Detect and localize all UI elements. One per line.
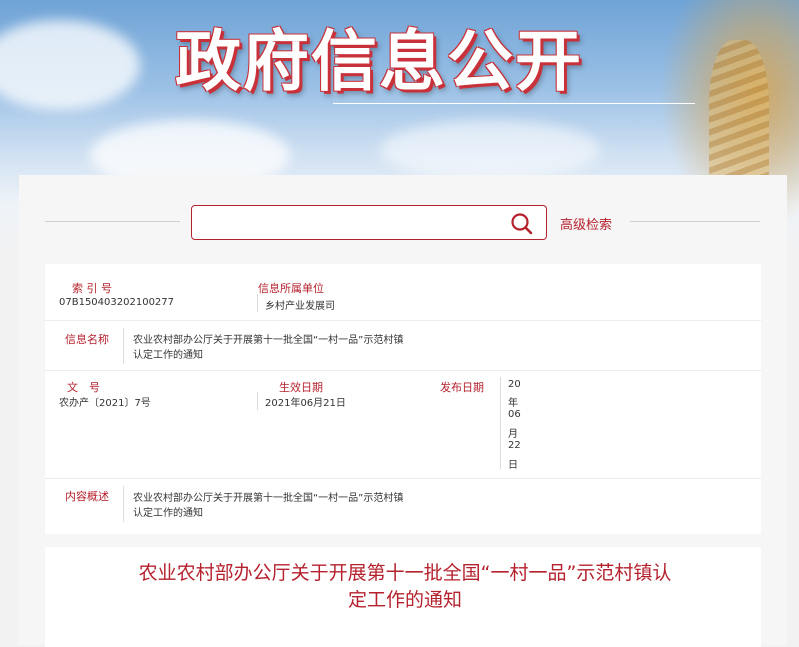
name-label: 信息名称 [65,333,109,346]
publish-date-char: 20 [508,379,521,390]
divider [123,328,124,364]
index-value: 07B150403202100277 [59,297,175,308]
name-value: 农业农村部办公厅关于开展第十一批全国“一村一品”示范村镇 [133,335,404,346]
publish-date-char: 22 [508,440,521,451]
unit-value: 乡村产业发展司 [265,301,335,312]
divider [45,478,761,479]
info-table: 索 引 号 07B150403202100277 信息所属单位 乡村产业发展司 … [45,264,761,534]
doc-number-value: 农办产〔2021〕7号 [59,398,151,409]
summary-value: 认定工作的通知 [133,508,203,519]
divider [45,221,180,222]
effective-date-label: 生效日期 [279,381,323,394]
divider [500,377,501,469]
cloud-decor [380,120,600,180]
search-icon[interactable] [510,212,534,236]
summary-value: 农业农村部办公厅关于开展第十一批全国“一村一品”示范村镇 [133,493,404,504]
article-title-line: 定工作的通知 [347,589,462,611]
search-input[interactable] [191,205,547,240]
divider [45,370,761,371]
cloud-decor [0,20,140,110]
article-title-line: 农业农村部办公厅关于开展第十一批全国“一村一品”示范村镇认 [138,562,672,584]
publish-date-char: 月 [508,429,518,440]
name-value: 认定工作的通知 [133,350,203,361]
title-underline [333,103,695,104]
divider [123,486,124,522]
advanced-search-link[interactable]: 高级检索 [560,214,612,233]
unit-label: 信息所属单位 [258,282,324,295]
effective-date-value: 2021年06月21日 [265,398,346,409]
divider [257,392,258,410]
divider [257,294,258,312]
publish-date-label: 发布日期 [440,381,484,394]
publish-date-char: 06 [508,409,521,420]
article-title: 农业农村部办公厅关于开展第十一批全国“一村一品”示范村镇认 定工作的通知 [125,560,685,614]
summary-label: 内容概述 [65,490,109,503]
page-title: 政府信息公开 [175,23,583,100]
doc-number-label: 文 号 [67,381,100,394]
divider [45,320,761,321]
index-label: 索 引 号 [72,282,112,295]
divider [630,221,760,222]
article-header: 农业农村部办公厅关于开展第十一批全国“一村一品”示范村镇认 定工作的通知 [45,547,761,647]
publish-date-char: 年 [508,398,518,409]
publish-date-char: 日 [508,460,518,471]
